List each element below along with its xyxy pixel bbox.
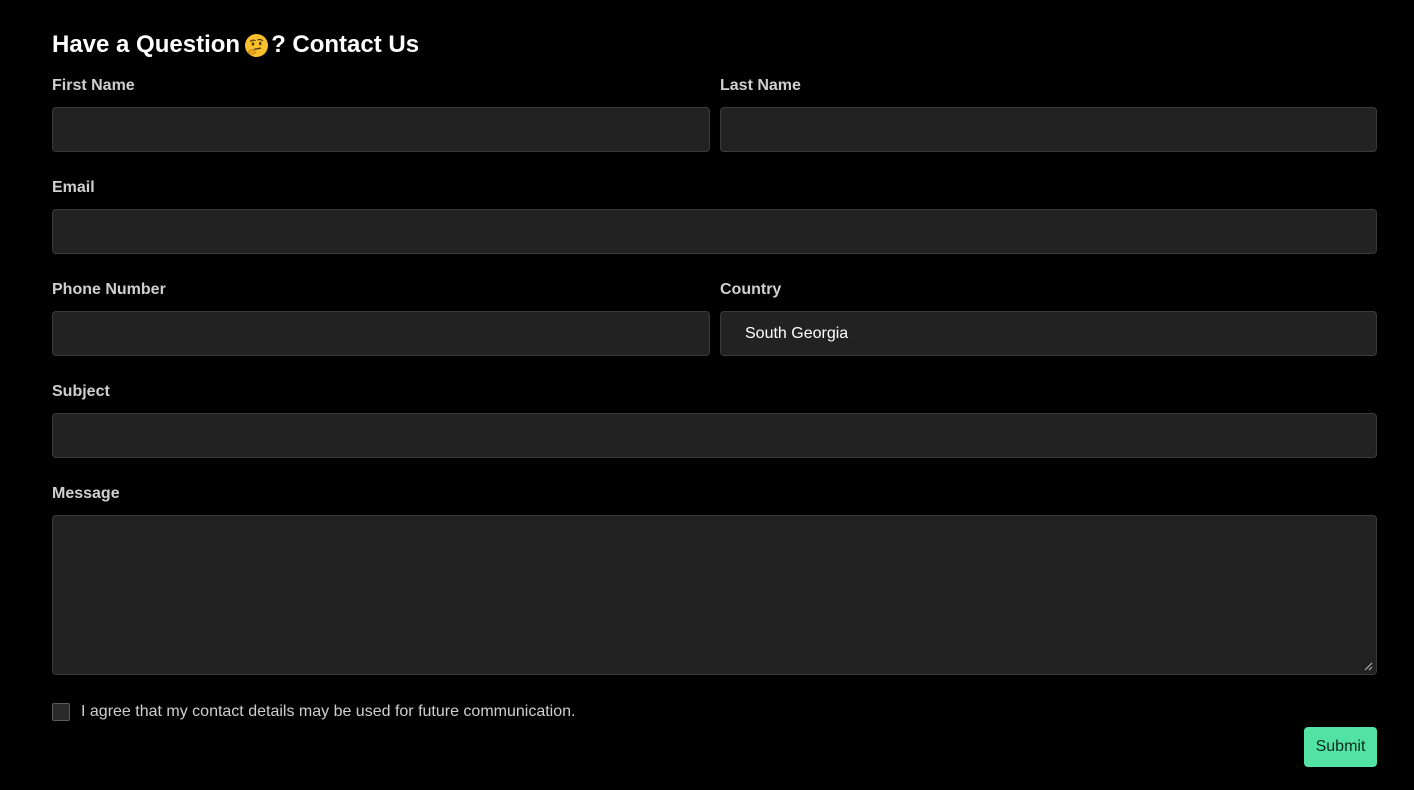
message-textarea[interactable] — [52, 515, 1377, 675]
last-name-input[interactable] — [720, 107, 1377, 152]
country-select[interactable]: South Georgia — [720, 311, 1377, 356]
form-title: Have a Question ? Contact Us — [52, 30, 419, 60]
country-label: Country — [720, 281, 782, 298]
country-selected-value: South Georgia — [745, 324, 849, 342]
last-name-label: Last Name — [720, 77, 801, 94]
form-title-suffix: ? Contact Us — [271, 31, 420, 58]
first-name-label: First Name — [52, 77, 135, 94]
submit-button[interactable]: Submit — [1304, 727, 1377, 767]
thinking-face-icon — [244, 33, 269, 58]
first-name-input[interactable] — [52, 107, 710, 152]
phone-number-input[interactable] — [52, 311, 710, 356]
consent-checkbox[interactable] — [52, 703, 70, 721]
email-label: Email — [52, 179, 95, 196]
form-title-text: Have a Question — [52, 31, 241, 58]
phone-number-label: Phone Number — [52, 281, 166, 298]
contact-form-page: Have a Question ? Contact Us First Name … — [0, 0, 1414, 790]
consent-label[interactable]: I agree that my contact details may be u… — [81, 701, 575, 723]
email-input[interactable] — [52, 209, 1377, 254]
subject-input[interactable] — [52, 413, 1377, 458]
message-label: Message — [52, 485, 120, 502]
resize-handle-icon[interactable] — [1364, 662, 1373, 671]
subject-label: Subject — [52, 383, 110, 400]
